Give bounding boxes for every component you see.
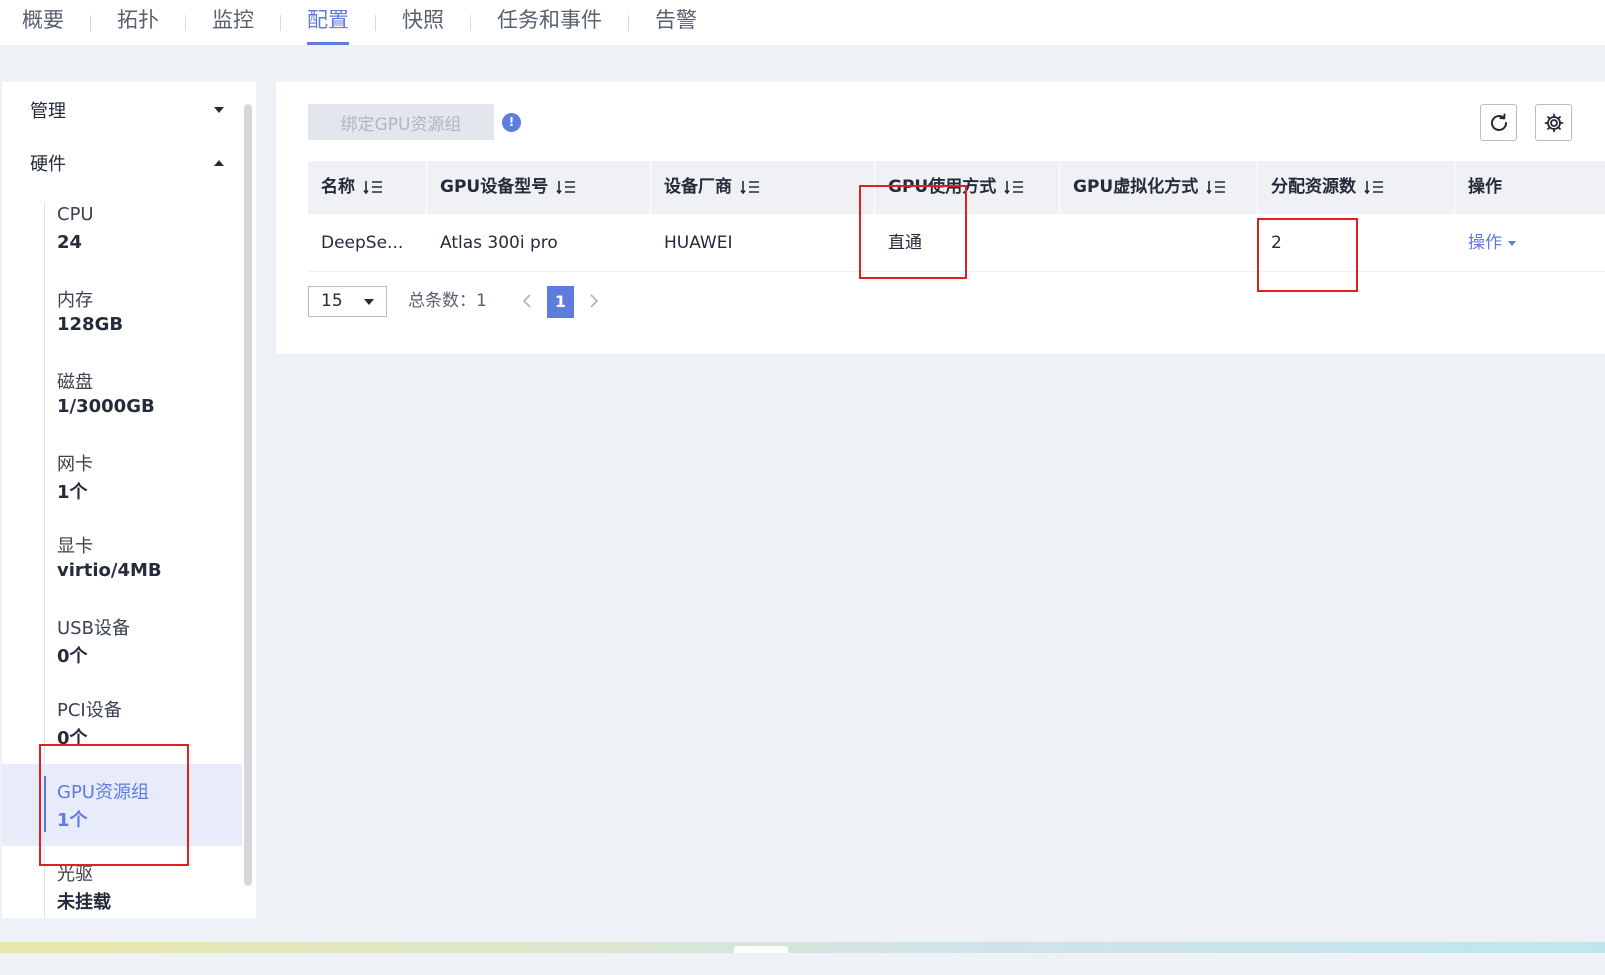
sidebar-group-hardware[interactable]: 硬件	[30, 150, 66, 176]
column-header-gpu-virtualization[interactable]: GPU虚拟化方式	[1073, 161, 1226, 214]
row-actions-label: 操作	[1468, 233, 1502, 253]
sidebar-item-label: USB设备	[57, 618, 130, 639]
sidebar-item-cpu[interactable]: CPU 24	[2, 204, 242, 286]
column-header-label: 分配资源数	[1271, 177, 1356, 197]
column-divider	[874, 161, 875, 214]
sidebar-item-value: 0个	[57, 646, 88, 667]
page-size-value: 15	[321, 291, 343, 311]
cell-vendor: HUAWEI	[664, 233, 733, 253]
sidebar-item-disk[interactable]: 磁盘 1/3000GB	[2, 368, 242, 450]
tab-divider	[628, 14, 629, 31]
gear-icon	[1544, 113, 1563, 132]
sort-icon[interactable]	[363, 180, 383, 194]
table-header: 名称 GPU设备型号 设备厂商 GPU使用方式 GPU虚拟化方式 分配资源数 操…	[308, 161, 1605, 214]
row-actions-dropdown[interactable]: 操作	[1468, 214, 1516, 272]
column-header-name[interactable]: 名称	[321, 161, 383, 214]
sidebar-item-value: virtio/4MB	[57, 560, 162, 581]
info-icon[interactable]: !	[502, 113, 521, 132]
tab-tasks-events[interactable]: 任务和事件	[497, 0, 602, 45]
tab-monitoring[interactable]: 监控	[212, 0, 254, 45]
column-divider	[1454, 161, 1455, 214]
tab-topology[interactable]: 拓扑	[117, 0, 159, 45]
sidebar-item-usb[interactable]: USB设备 0个	[2, 614, 242, 696]
sidebar-scrollbar[interactable]	[244, 104, 252, 886]
sidebar-item-label: GPU资源组	[57, 782, 149, 803]
total-count: 总条数：1	[408, 291, 487, 311]
bottom-gradient-bar	[0, 942, 1605, 953]
column-header-label: 设备厂商	[664, 177, 732, 197]
chevron-up-icon[interactable]	[214, 160, 224, 166]
sidebar-item-value: 1个	[57, 482, 88, 503]
tab-divider	[375, 14, 376, 31]
settings-button[interactable]	[1535, 104, 1572, 141]
tab-alarms[interactable]: 告警	[655, 0, 697, 45]
sort-icon[interactable]	[1206, 180, 1226, 194]
tab-configuration[interactable]: 配置	[307, 0, 349, 45]
bind-gpu-resource-group-button[interactable]: 绑定GPU资源组	[308, 104, 494, 140]
sidebar-item-value: 128GB	[57, 314, 124, 335]
cell-gpu-model: Atlas 300i pro	[440, 233, 558, 253]
sidebar-item-cdrom[interactable]: 光驱 未挂载	[2, 860, 242, 918]
column-divider	[650, 161, 651, 214]
column-divider	[1257, 161, 1258, 214]
column-header-label: GPU设备型号	[440, 177, 549, 197]
tab-divider	[470, 14, 471, 31]
column-header-gpu-model[interactable]: GPU设备型号	[440, 161, 576, 214]
tab-overview[interactable]: 概要	[22, 0, 64, 45]
column-header-label: GPU虚拟化方式	[1073, 177, 1199, 197]
refresh-button[interactable]	[1480, 104, 1517, 141]
column-header-allocated[interactable]: 分配资源数	[1271, 161, 1384, 214]
tab-divider	[280, 14, 281, 31]
cell-gpu-usage: 直通	[888, 233, 922, 253]
next-page-icon[interactable]	[584, 292, 602, 310]
sidebar-item-nic[interactable]: 网卡 1个	[2, 450, 242, 532]
column-header-label: 名称	[321, 177, 355, 197]
cell-name: DeepSe...	[321, 233, 404, 253]
sidebar-item-label: 网卡	[57, 454, 93, 475]
table-row: DeepSe... Atlas 300i pro HUAWEI 直通 2 操作	[308, 214, 1605, 272]
column-divider	[1059, 161, 1060, 214]
bottom-tab-handle[interactable]	[734, 946, 788, 953]
cell-allocated: 2	[1271, 233, 1282, 253]
sidebar-item-label: CPU	[57, 204, 94, 225]
chevron-down-icon[interactable]	[214, 107, 224, 113]
sidebar-item-label: PCI设备	[57, 700, 122, 721]
previous-page-icon[interactable]	[519, 292, 537, 310]
sort-icon[interactable]	[1364, 180, 1384, 194]
column-header-gpu-usage[interactable]: GPU使用方式	[888, 161, 1024, 214]
column-divider	[426, 161, 427, 214]
refresh-icon	[1490, 113, 1507, 131]
page-number-current[interactable]: 1	[547, 286, 574, 318]
sidebar-item-value: 0个	[57, 728, 88, 749]
gpu-resource-group-panel: 绑定GPU资源组 ! 名称 GPU设备型号 设备厂商 GPU使用方式 GPU虚拟…	[276, 82, 1605, 354]
hardware-sidebar: 管理 硬件 CPU 24 内存 128GB 磁盘 1/3000GB 网卡 1个 …	[2, 82, 256, 918]
sidebar-item-label: 磁盘	[57, 372, 93, 393]
sidebar-item-value: 未挂载	[57, 892, 111, 913]
sidebar-item-label: 内存	[57, 290, 93, 311]
selected-indicator	[44, 776, 46, 832]
column-header-vendor[interactable]: 设备厂商	[664, 161, 760, 214]
sort-icon[interactable]	[740, 180, 760, 194]
tab-divider	[185, 14, 186, 31]
chevron-down-icon	[364, 299, 374, 305]
sidebar-item-gpu-resource-group[interactable]: GPU资源组 1个	[2, 764, 242, 846]
sidebar-item-label: 光驱	[57, 864, 93, 885]
sidebar-item-label: 显卡	[57, 536, 93, 557]
page-size-select[interactable]: 15	[308, 286, 387, 317]
sidebar-group-manage[interactable]: 管理	[30, 97, 66, 123]
sidebar-item-value: 24	[57, 232, 83, 253]
top-tab-bar: 概要 拓扑 监控 配置 快照 任务和事件 告警	[0, 0, 1605, 45]
sidebar-item-memory[interactable]: 内存 128GB	[2, 286, 242, 368]
tab-snapshots[interactable]: 快照	[402, 0, 444, 45]
column-header-actions: 操作	[1468, 177, 1502, 197]
sort-icon[interactable]	[1004, 180, 1024, 194]
tab-divider	[90, 14, 91, 31]
sort-icon[interactable]	[556, 180, 576, 194]
sidebar-item-graphics[interactable]: 显卡 virtio/4MB	[2, 532, 242, 614]
sidebar-item-value: 1个	[57, 810, 88, 831]
caret-down-icon	[1508, 240, 1516, 246]
column-header-label: GPU使用方式	[888, 177, 997, 197]
sidebar-item-value: 1/3000GB	[57, 396, 155, 417]
